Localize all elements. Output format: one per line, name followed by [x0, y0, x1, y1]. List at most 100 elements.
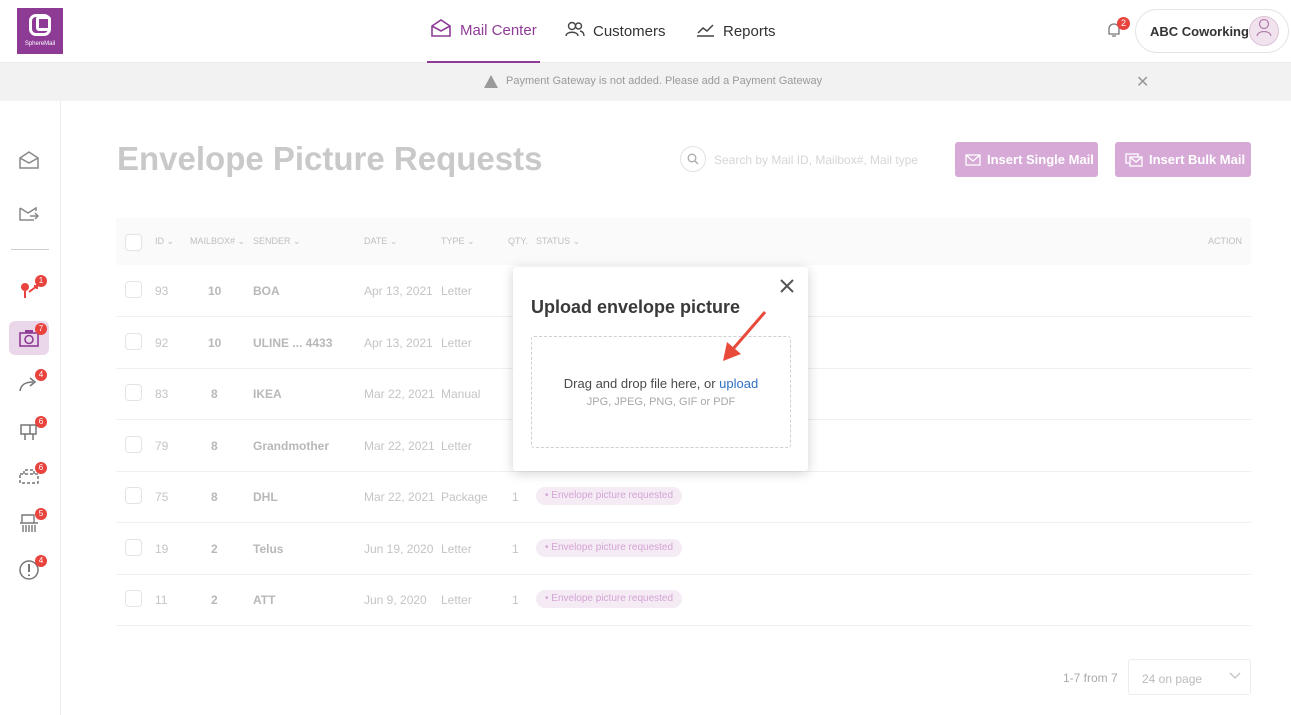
table-row[interactable]: 11 2 ATT Jun 9, 2020 Letter 1 • Envelope…: [116, 574, 1251, 626]
sidebar-item-alerts[interactable]: 4: [9, 553, 49, 587]
nav-customers[interactable]: Customers: [565, 0, 666, 63]
sidebar-divider: [11, 249, 49, 250]
search-bar: [680, 146, 930, 174]
sidebar: 1 7 4 6 6 5 4: [0, 101, 61, 715]
header-type[interactable]: TYPE ⌄: [441, 236, 475, 247]
cell-mailbox: 2: [211, 593, 218, 607]
row-checkbox[interactable]: [125, 333, 142, 350]
account-menu[interactable]: ABC Coworking: [1135, 9, 1289, 53]
cell-mailbox: 10: [208, 284, 222, 298]
table-row[interactable]: 75 8 DHL Mar 22, 2021 Package 1 • Envelo…: [116, 471, 1251, 523]
cell-type: Letter: [441, 336, 472, 350]
sidebar-item-mail[interactable]: [9, 143, 49, 177]
sidebar-item-forward[interactable]: 4: [9, 367, 49, 401]
cell-id: 75: [155, 490, 169, 504]
cell-mailbox: 8: [211, 387, 218, 401]
table-row[interactable]: 19 2 Telus Jun 19, 2020 Letter 1 • Envel…: [116, 523, 1251, 575]
header-qty: QTY.: [508, 236, 528, 246]
row-checkbox[interactable]: [125, 539, 142, 556]
cell-qty: 1: [512, 593, 519, 607]
header-sender[interactable]: SENDER ⌄: [253, 236, 301, 247]
insert-single-mail-button[interactable]: Insert Single Mail: [955, 142, 1098, 177]
status-badge: • Envelope picture requested: [536, 539, 683, 557]
logo-glyph: [29, 14, 51, 36]
cell-date: Apr 13, 2021: [364, 336, 433, 350]
header-id[interactable]: ID ⌄: [155, 236, 174, 247]
mail-open-icon: [430, 19, 452, 42]
nav-reports[interactable]: Reports: [696, 0, 776, 63]
cell-qty: 1: [512, 490, 519, 504]
insert-bulk-mail-button[interactable]: Insert Bulk Mail: [1115, 142, 1251, 177]
sidebar-item-envelope-pictures[interactable]: 7: [9, 321, 49, 355]
chart-line-icon: [696, 22, 715, 42]
per-page-value: 24 on page: [1142, 672, 1203, 686]
banner-message: Payment Gateway is not added. Please add…: [506, 75, 823, 87]
cell-qty: 1: [512, 542, 519, 556]
cell-mailbox: 2: [211, 542, 218, 556]
cell-id: 11: [155, 593, 168, 607]
cell-id: 93: [155, 284, 169, 298]
sidebar-badge: 4: [35, 555, 47, 567]
banner-close-icon[interactable]: ✕: [1136, 72, 1149, 92]
cell-sender: IKEA: [253, 387, 282, 401]
cell-sender: BOA: [253, 284, 280, 298]
header-id-label: ID: [155, 236, 164, 246]
notification-count-badge: 2: [1117, 17, 1130, 30]
header-type-label: TYPE: [441, 236, 465, 246]
modal-title: Upload envelope picture: [531, 297, 741, 317]
app-logo[interactable]: SphereMail: [17, 8, 63, 54]
sidebar-item-mail-forward[interactable]: [9, 195, 49, 229]
cell-id: 83: [155, 387, 169, 401]
cell-type: Package: [441, 490, 488, 504]
warning-icon: [484, 75, 498, 88]
nav-mail-center[interactable]: Mail Center: [427, 0, 540, 63]
sidebar-badge: 5: [35, 508, 47, 520]
row-checkbox[interactable]: [125, 590, 142, 607]
select-all-checkbox[interactable]: [125, 234, 142, 251]
header-mailbox[interactable]: MAILBOX# ⌄: [190, 236, 245, 247]
row-checkbox[interactable]: [125, 487, 142, 504]
cell-id: 19: [155, 542, 169, 556]
cell-mailbox: 10: [208, 336, 222, 350]
pagination-range: 1-7 from 7: [1063, 671, 1118, 685]
drop-text: Drag and drop file here, or: [563, 376, 720, 391]
top-bar: SphereMail Mail Center Customers Reports…: [0, 0, 1291, 63]
cell-date: Jun 19, 2020: [364, 542, 434, 556]
drop-instructions: Drag and drop file here, or upload: [532, 376, 790, 391]
upload-link[interactable]: upload: [719, 376, 758, 391]
cell-type: Letter: [441, 439, 472, 453]
sidebar-badge: 4: [35, 369, 47, 381]
cell-date: Jun 9, 2020: [364, 593, 427, 607]
cell-sender: DHL: [253, 490, 278, 504]
cell-type: Manual: [441, 387, 481, 401]
row-checkbox[interactable]: [125, 384, 142, 401]
nav-mail-center-label: Mail Center: [460, 22, 537, 39]
header-status[interactable]: STATUS ⌄: [536, 236, 580, 247]
notifications-button[interactable]: 2: [1106, 17, 1130, 38]
sidebar-item-shred[interactable]: 5: [9, 506, 49, 540]
header-status-label: STATUS: [536, 236, 571, 246]
cell-sender: ULINE ... 4433: [253, 336, 333, 350]
sidebar-item-packages[interactable]: 6: [9, 460, 49, 494]
row-checkbox[interactable]: [125, 436, 142, 453]
header-mailbox-label: MAILBOX#: [190, 236, 236, 246]
envelope-icon: [965, 153, 981, 166]
sidebar-badge: 7: [35, 323, 47, 335]
header-sender-label: SENDER: [253, 236, 291, 246]
cell-date: Mar 22, 2021: [364, 439, 435, 453]
cell-sender: ATT: [253, 593, 276, 607]
sidebar-badge: 6: [35, 462, 47, 474]
cell-date: Apr 13, 2021: [364, 284, 433, 298]
sidebar-item-mailbox[interactable]: 6: [9, 414, 49, 448]
sidebar-item-pickup[interactable]: 1: [9, 273, 49, 307]
search-input[interactable]: [714, 149, 929, 171]
page-title: Envelope Picture Requests: [117, 140, 543, 177]
header-action: ACTION: [1208, 236, 1243, 246]
chevron-down-icon: [1228, 668, 1242, 684]
row-checkbox[interactable]: [125, 281, 142, 298]
close-icon[interactable]: [778, 275, 796, 301]
per-page-select[interactable]: 24 on page: [1128, 659, 1251, 695]
header-date[interactable]: DATE ⌄: [364, 236, 397, 247]
search-icon[interactable]: [680, 146, 706, 172]
logo-text: SphereMail: [24, 41, 56, 47]
